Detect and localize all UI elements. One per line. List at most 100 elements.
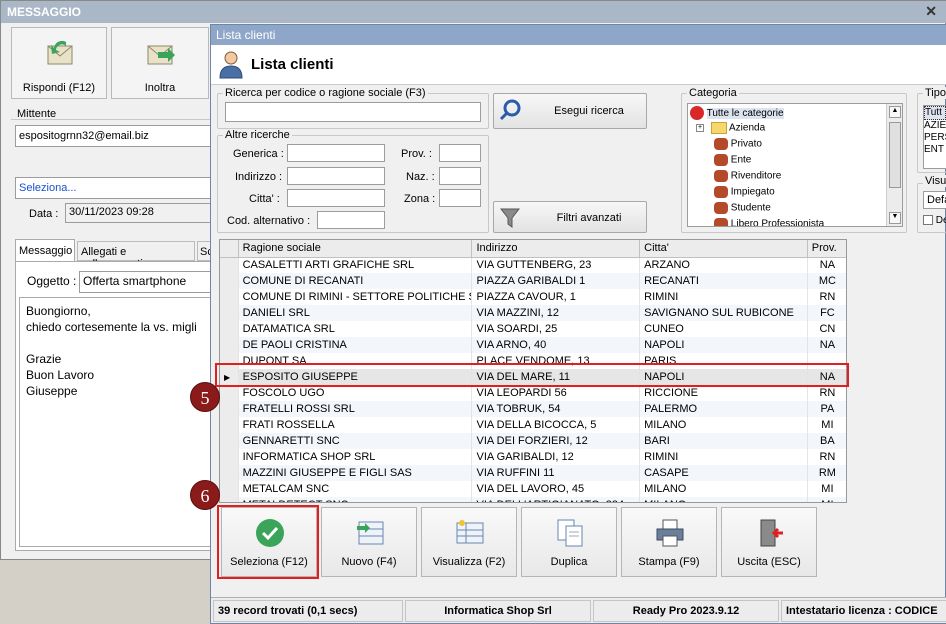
body-line: chiedo cortesemente la vs. migli xyxy=(26,320,197,334)
tab-attachments[interactable]: Allegati e collegamenti xyxy=(77,241,195,270)
tree-scrollbar[interactable]: ▲ ▼ xyxy=(886,104,902,226)
duplicate-label: Duplica xyxy=(550,556,588,568)
run-search-button[interactable]: Esegui ricerca xyxy=(493,93,647,129)
sender-field[interactable]: espositogrnn32@email.biz xyxy=(15,125,211,147)
dialog-title: Lista clienti xyxy=(211,25,946,45)
row-pointer[interactable] xyxy=(220,289,239,305)
prov-input[interactable] xyxy=(439,144,481,162)
tipo-item[interactable]: ENT xyxy=(924,144,946,156)
row-pointer[interactable] xyxy=(220,305,239,321)
people-icon xyxy=(714,202,728,214)
subject-field[interactable]: Offerta smartphone xyxy=(79,271,211,293)
search-input[interactable] xyxy=(225,102,481,122)
table-row[interactable]: COMUNE DI RIMINI - SETTORE POLITICHE S..… xyxy=(220,289,846,305)
step-marker: 5 xyxy=(190,382,220,412)
column-header-address[interactable]: Indirizzo xyxy=(471,240,641,258)
altcode-label: Cod. alternativo : xyxy=(227,215,311,227)
table-row[interactable]: CASALETTI ARTI GRAFICHE SRL VIA GUTTENBER… xyxy=(220,257,846,273)
altcode-input[interactable] xyxy=(317,211,385,229)
visual-select[interactable]: Defa xyxy=(923,191,946,209)
tree-item-ente[interactable]: Ente xyxy=(714,154,751,170)
cell-city: CASAPE xyxy=(639,465,808,481)
row-pointer[interactable] xyxy=(220,497,239,502)
run-search-label: Esegui ricerca xyxy=(554,105,624,117)
tipo-item[interactable]: AZIE xyxy=(924,120,946,132)
row-pointer[interactable] xyxy=(220,465,239,481)
dialog-heading: Lista clienti xyxy=(251,56,334,73)
row-pointer[interactable] xyxy=(220,433,239,449)
forward-button[interactable]: Inoltra xyxy=(111,27,209,99)
table-row[interactable]: METALCAM SNC VIA DEL LAVORO, 45 MILANO MI xyxy=(220,481,846,497)
column-header-prov[interactable]: Prov. xyxy=(807,240,846,258)
exit-button[interactable]: Uscita (ESC) xyxy=(721,507,817,577)
cell-name: DATAMATICA SRL xyxy=(238,321,473,337)
cell-name: COMUNE DI RECANATI xyxy=(238,273,473,289)
select-contact-link[interactable]: Seleziona... xyxy=(15,177,211,199)
forward-icon xyxy=(147,45,175,65)
reply-button[interactable]: Rispondi (F12) xyxy=(11,27,107,99)
table-row[interactable]: DE PAOLI CRISTINA VIA ARNO, 40 NAPOLI NA xyxy=(220,337,846,353)
row-pointer[interactable] xyxy=(220,449,239,465)
status-bar: 39 record trovati (0,1 secs) Informatica… xyxy=(211,597,946,623)
table-row[interactable]: FRATELLI ROSSI SRL VIA TOBRUK, 54 PALERMO P… xyxy=(220,401,846,417)
advanced-filters-button[interactable]: Filtri avanzati xyxy=(493,201,647,233)
tipo-item[interactable]: Tutt xyxy=(924,106,946,120)
row-pointer[interactable] xyxy=(220,257,239,273)
table-row[interactable]: GENNARETTI SNC VIA DEI FORZIERI, 12 BARI BA xyxy=(220,433,846,449)
row-pointer[interactable] xyxy=(220,385,239,401)
row-pointer[interactable] xyxy=(220,417,239,433)
cell-name: METALDETECT SNC xyxy=(238,497,473,502)
scroll-thumb[interactable] xyxy=(889,122,901,188)
zona-input[interactable] xyxy=(439,189,481,207)
exit-door-icon xyxy=(760,519,783,547)
close-icon[interactable]: ✕ xyxy=(925,3,937,20)
tree-item-azienda[interactable]: + Azienda xyxy=(696,122,765,138)
tree-item-all[interactable]: Tutte le categorie xyxy=(690,106,784,122)
tree-item-impiegato[interactable]: Impiegato xyxy=(714,186,775,202)
message-body[interactable]: Buongiorno, chiedo cortesemente la vs. m… xyxy=(19,297,211,547)
tipo-legend: Tipo xyxy=(923,87,946,99)
visual-checkbox[interactable]: De xyxy=(923,215,946,226)
tipo-item[interactable]: PERS xyxy=(924,132,946,144)
city-input[interactable] xyxy=(287,189,385,207)
table-row[interactable]: INFORMATICA SHOP SRL VIA GARIBALDI, 12 RIM… xyxy=(220,449,846,465)
duplicate-button[interactable]: Duplica xyxy=(521,507,617,577)
scroll-down-icon[interactable]: ▼ xyxy=(889,212,901,224)
tipo-list[interactable]: Tutt AZIE PERS ENT xyxy=(923,105,946,169)
column-header-city[interactable]: Citta' xyxy=(639,240,808,258)
cell-prov: FC xyxy=(807,305,846,321)
category-tree[interactable]: ▲ ▼ Tutte le categorie + Azienda Privato… xyxy=(687,103,903,227)
view-label: Visualizza (F2) xyxy=(432,556,506,568)
tree-item-privato[interactable]: Privato xyxy=(714,138,762,154)
address-input[interactable] xyxy=(287,167,385,185)
table-row[interactable]: FRATI ROSSELLA VIA DELLA BICOCCA, 5 MILANO… xyxy=(220,417,846,433)
generic-input[interactable] xyxy=(287,144,385,162)
checkbox-icon[interactable] xyxy=(923,215,933,226)
tab-message[interactable]: Messaggio xyxy=(15,239,75,261)
row-pointer[interactable] xyxy=(220,321,239,337)
view-button[interactable]: Visualizza (F2) xyxy=(421,507,517,577)
column-header-name[interactable]: Ragione sociale xyxy=(238,240,473,258)
table-row[interactable]: DANIELI SRL VIA MAZZINI, 12 SAVIGNANO SUL … xyxy=(220,305,846,321)
row-pointer[interactable] xyxy=(220,337,239,353)
tab-other[interactable]: Sc xyxy=(197,241,211,261)
table-row[interactable]: MAZZINI GIUSEPPE E FIGLI SAS VIA RUFFINI … xyxy=(220,465,846,481)
print-button[interactable]: Stampa (F9) xyxy=(621,507,717,577)
tree-item-professionista[interactable]: Libero Professionista xyxy=(714,218,824,226)
dialog-header: Lista clienti xyxy=(211,45,946,85)
date-field: 30/11/2023 09:28 xyxy=(65,203,211,223)
row-pointer[interactable] xyxy=(220,401,239,417)
row-pointer[interactable] xyxy=(220,481,239,497)
table-row[interactable]: COMUNE DI RECANATI PIAZZA GARIBALDI 1 RECA… xyxy=(220,273,846,289)
scroll-up-icon[interactable]: ▲ xyxy=(889,106,901,118)
expand-icon[interactable]: + xyxy=(696,124,704,132)
table-row[interactable]: FOSCOLO UGO VIA LEOPARDI 56 RICCIONE RN xyxy=(220,385,846,401)
new-button[interactable]: Nuovo (F4) xyxy=(321,507,417,577)
tree-item-rivenditore[interactable]: Rivenditore xyxy=(714,170,781,186)
view-record-icon xyxy=(456,520,484,544)
table-row[interactable]: DATAMATICA SRL VIA SOARDI, 25 CUNEO CN xyxy=(220,321,846,337)
table-row[interactable]: METALDETECT SNCVIA DELL'ARTIGIANATO, 234… xyxy=(220,497,846,502)
row-pointer[interactable] xyxy=(220,273,239,289)
naz-input[interactable] xyxy=(439,167,481,185)
tree-item-studente[interactable]: Studente xyxy=(714,202,771,218)
